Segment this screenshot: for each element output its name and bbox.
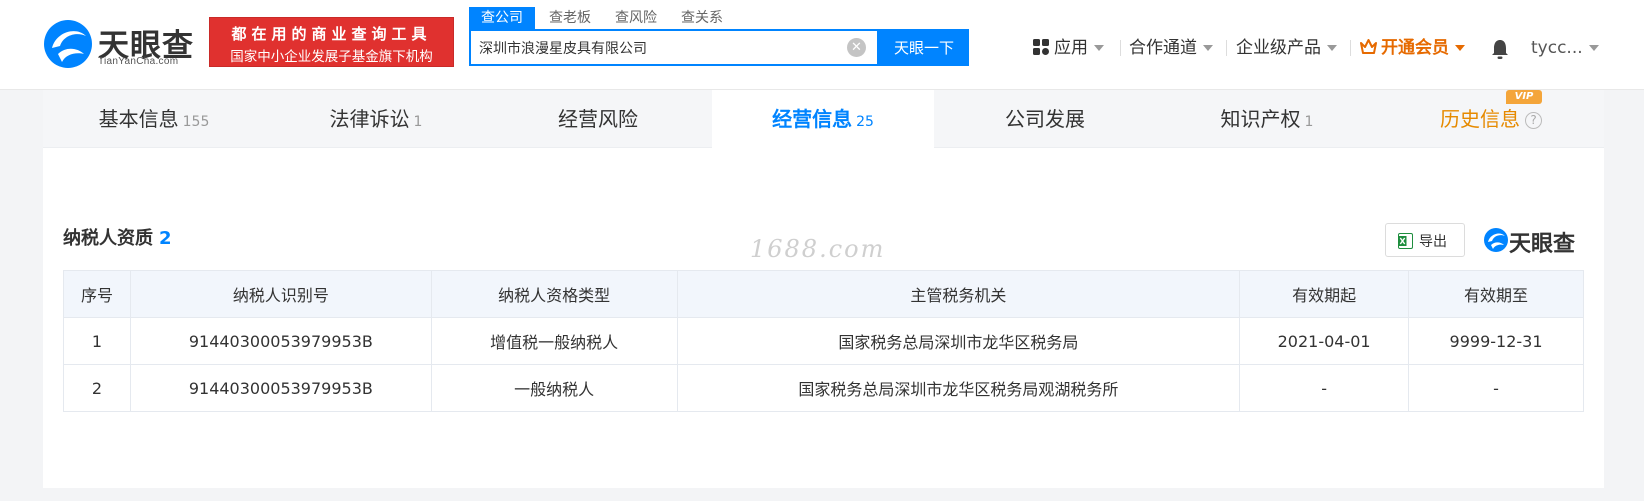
- chevron-down-icon: [1455, 45, 1465, 51]
- excel-icon: [1398, 233, 1413, 249]
- top-header: 天眼查 TianYanCha.com 都在用的商业查询工具 国家中小企业发展子基…: [0, 0, 1644, 90]
- tab-legal[interactable]: 法律诉讼 1: [265, 90, 487, 148]
- export-label: 导出: [1419, 234, 1447, 250]
- search-tab-boss[interactable]: 查老板: [549, 7, 591, 29]
- nav-divider: [1120, 40, 1121, 56]
- cell-taxpayer-id: 91440300053979953B: [129, 364, 432, 412]
- nav-divider: [1226, 40, 1227, 56]
- cell-qualification-type: 增值税一般纳税人: [430, 317, 678, 365]
- cell-valid-from: 2021-04-01: [1239, 317, 1410, 365]
- taxpayer-qualification-table: 序号 纳税人识别号 纳税人资格类型 主管税务机关 有效期起 有效期至 1 914…: [63, 270, 1584, 412]
- tab-business-risk[interactable]: 经营风险: [487, 90, 709, 148]
- col-header-valid-to: 有效期至: [1408, 270, 1584, 318]
- cell-valid-from: -: [1239, 364, 1410, 412]
- search-box: ✕: [469, 29, 879, 66]
- section-title-text: 纳税人资质: [63, 228, 153, 249]
- company-detail-card: 基本信息 155 法律诉讼 1 经营风险 经营信息 25 公司发展 知识产权 1 历史信…: [43, 90, 1604, 488]
- col-header-valid-from: 有效期起: [1239, 270, 1410, 318]
- tianyancha-logo[interactable]: 天眼查 TianYanCha.com: [42, 18, 202, 68]
- banner-line-1: 都在用的商业查询工具: [231, 25, 432, 43]
- search-tab-risk[interactable]: 查风险: [615, 7, 657, 29]
- col-header-qualification-type: 纳税人资格类型: [430, 270, 678, 318]
- search-tab-relation[interactable]: 查关系: [681, 7, 723, 29]
- cell-index: 1: [63, 317, 131, 365]
- banner-line-2: 国家中小企业发展子基金旗下机构: [230, 49, 433, 65]
- tianyancha-logo-icon: [44, 20, 92, 68]
- cell-tax-authority: 国家税务总局深圳市龙华区税务局观湖税务所: [676, 364, 1241, 412]
- nav-open-vip[interactable]: 开通会员: [1360, 35, 1465, 61]
- tab-label: 经营信息: [772, 107, 853, 131]
- cell-index: 2: [63, 364, 131, 412]
- chevron-down-icon: [1094, 45, 1104, 51]
- tab-ip[interactable]: 知识产权 1: [1156, 90, 1378, 148]
- bell-icon[interactable]: [1490, 38, 1510, 60]
- brand-text: 天眼查: [1509, 232, 1576, 257]
- tab-business-info[interactable]: 经营信息 25: [712, 90, 934, 148]
- search-tab-company[interactable]: 查公司: [469, 7, 535, 29]
- nav-user-menu[interactable]: tycc...: [1531, 35, 1599, 61]
- tab-development[interactable]: 公司发展: [934, 90, 1156, 148]
- tab-count: 1: [413, 114, 423, 130]
- company-tabs: 基本信息 155 法律诉讼 1 经营风险 经营信息 25 公司发展 知识产权 1 历史信…: [43, 90, 1604, 148]
- table-row: 1 91440300053979953B 增值税一般纳税人 国家税务总局深圳市龙…: [63, 317, 1584, 365]
- cell-qualification-type: 一般纳税人: [430, 364, 678, 412]
- cell-valid-to: -: [1408, 364, 1584, 412]
- nav-apps[interactable]: 应用: [1033, 35, 1104, 61]
- tab-label: 历史信息: [1440, 107, 1520, 131]
- tab-count: 155: [182, 114, 210, 130]
- section-count: 2: [159, 228, 172, 249]
- nav-enterprise-label: 企业级产品: [1236, 38, 1321, 58]
- tab-label: 法律诉讼: [329, 107, 410, 131]
- nav-vip-label: 开通会员: [1381, 38, 1449, 58]
- logo-domain: TianYanCha.com: [98, 56, 179, 67]
- chevron-down-icon: [1327, 45, 1337, 51]
- table-header-row: 序号 纳税人识别号 纳税人资格类型 主管税务机关 有效期起 有效期至: [63, 270, 1584, 318]
- col-header-tax-authority: 主管税务机关: [676, 270, 1241, 318]
- cell-taxpayer-id: 91440300053979953B: [129, 317, 432, 365]
- question-icon[interactable]: ?: [1525, 112, 1542, 129]
- col-header-taxpayer-id: 纳税人识别号: [129, 270, 432, 318]
- col-header-index: 序号: [63, 270, 131, 318]
- nav-apps-label: 应用: [1054, 38, 1088, 58]
- vip-badge: VIP: [1506, 90, 1542, 104]
- tab-basic-info[interactable]: 基本信息 155: [43, 90, 265, 148]
- crown-icon: [1360, 39, 1377, 54]
- export-button[interactable]: 导出: [1385, 223, 1465, 257]
- apps-grid-icon: [1033, 39, 1049, 55]
- tab-label: 知识产权: [1220, 107, 1301, 131]
- tab-label: 基本信息: [98, 107, 179, 131]
- tab-count: 25: [856, 114, 874, 130]
- section-title: 纳税人资质 2: [63, 224, 172, 250]
- cell-tax-authority: 国家税务总局深圳市龙华区税务局: [676, 317, 1241, 365]
- nav-enterprise-products[interactable]: 企业级产品: [1236, 35, 1337, 61]
- tab-history[interactable]: 历史信息?: [1378, 90, 1604, 148]
- tianyancha-logo-icon: [1484, 228, 1508, 252]
- brand-logo-small: 天眼查: [1483, 223, 1598, 257]
- chevron-down-icon: [1588, 45, 1599, 51]
- nav-username: tycc...: [1531, 38, 1583, 58]
- tab-count: 1: [1304, 114, 1314, 130]
- watermark: 1688.com: [750, 235, 886, 263]
- tab-label: 公司发展: [1005, 107, 1085, 131]
- table-row: 2 91440300053979953B 一般纳税人 国家税务总局深圳市龙华区税…: [63, 364, 1584, 412]
- slogan-banner: 都在用的商业查询工具 国家中小企业发展子基金旗下机构: [209, 17, 454, 67]
- clear-icon[interactable]: ✕: [847, 38, 866, 57]
- search-button[interactable]: 天眼一下: [879, 29, 969, 66]
- nav-partner-channel[interactable]: 合作通道: [1129, 35, 1213, 61]
- tab-label: 经营风险: [558, 107, 638, 131]
- cell-valid-to: 9999-12-31: [1408, 317, 1584, 365]
- nav-partner-label: 合作通道: [1129, 38, 1197, 58]
- search-input[interactable]: [479, 31, 819, 64]
- chevron-down-icon: [1203, 45, 1213, 51]
- nav-divider: [1350, 40, 1351, 56]
